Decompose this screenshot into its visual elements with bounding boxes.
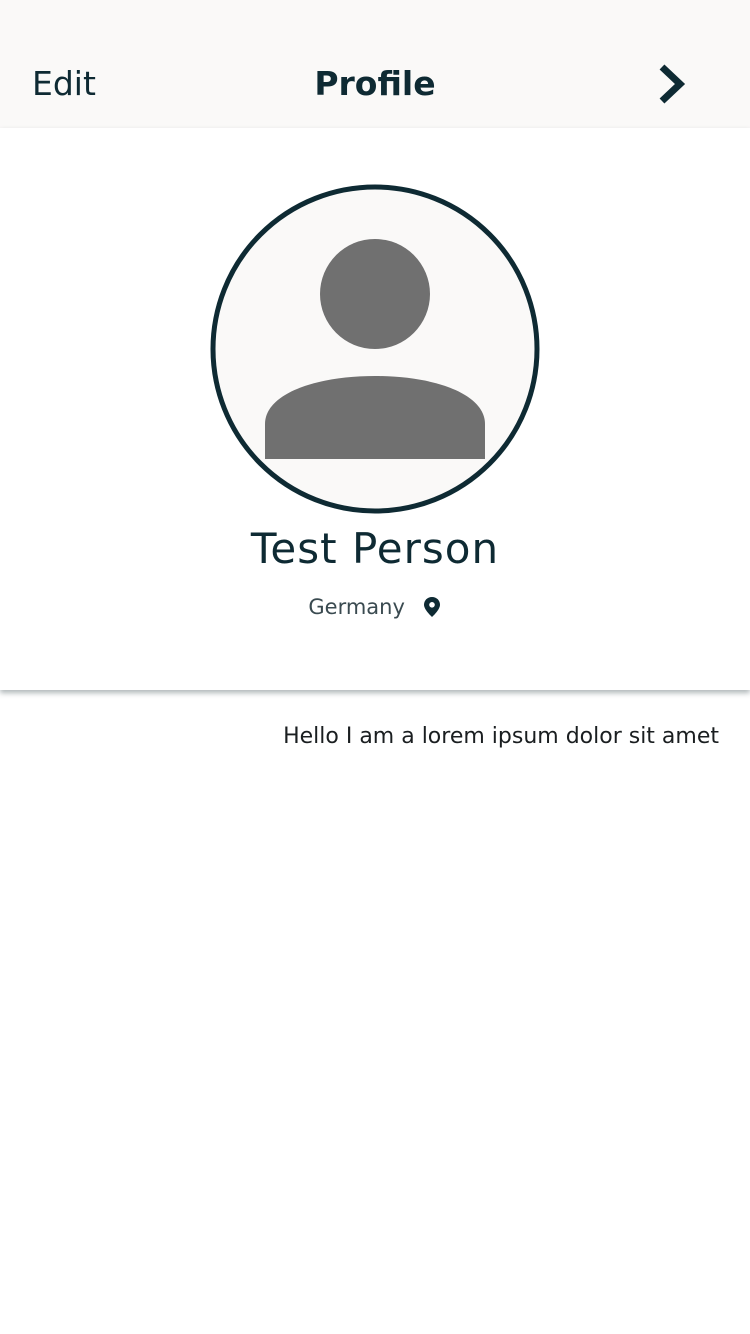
location-pin-icon xyxy=(422,596,442,618)
location-label: Germany xyxy=(308,595,405,619)
chevron-right-icon[interactable] xyxy=(648,58,696,110)
profile-name: Test Person xyxy=(250,524,500,573)
page-title: Profile xyxy=(314,64,436,103)
profile-bio: Hello I am a lorem ipsum dolor sit amet xyxy=(283,724,719,749)
avatar[interactable] xyxy=(210,184,540,514)
profile-location: Germany xyxy=(0,592,750,621)
person-placeholder-icon xyxy=(210,184,540,514)
navigation-bar: Edit Profile xyxy=(0,0,750,128)
profile-screen: Edit Profile Test Person Germany Hello I… xyxy=(0,0,750,1334)
profile-header-card: Test Person Germany xyxy=(0,128,750,690)
